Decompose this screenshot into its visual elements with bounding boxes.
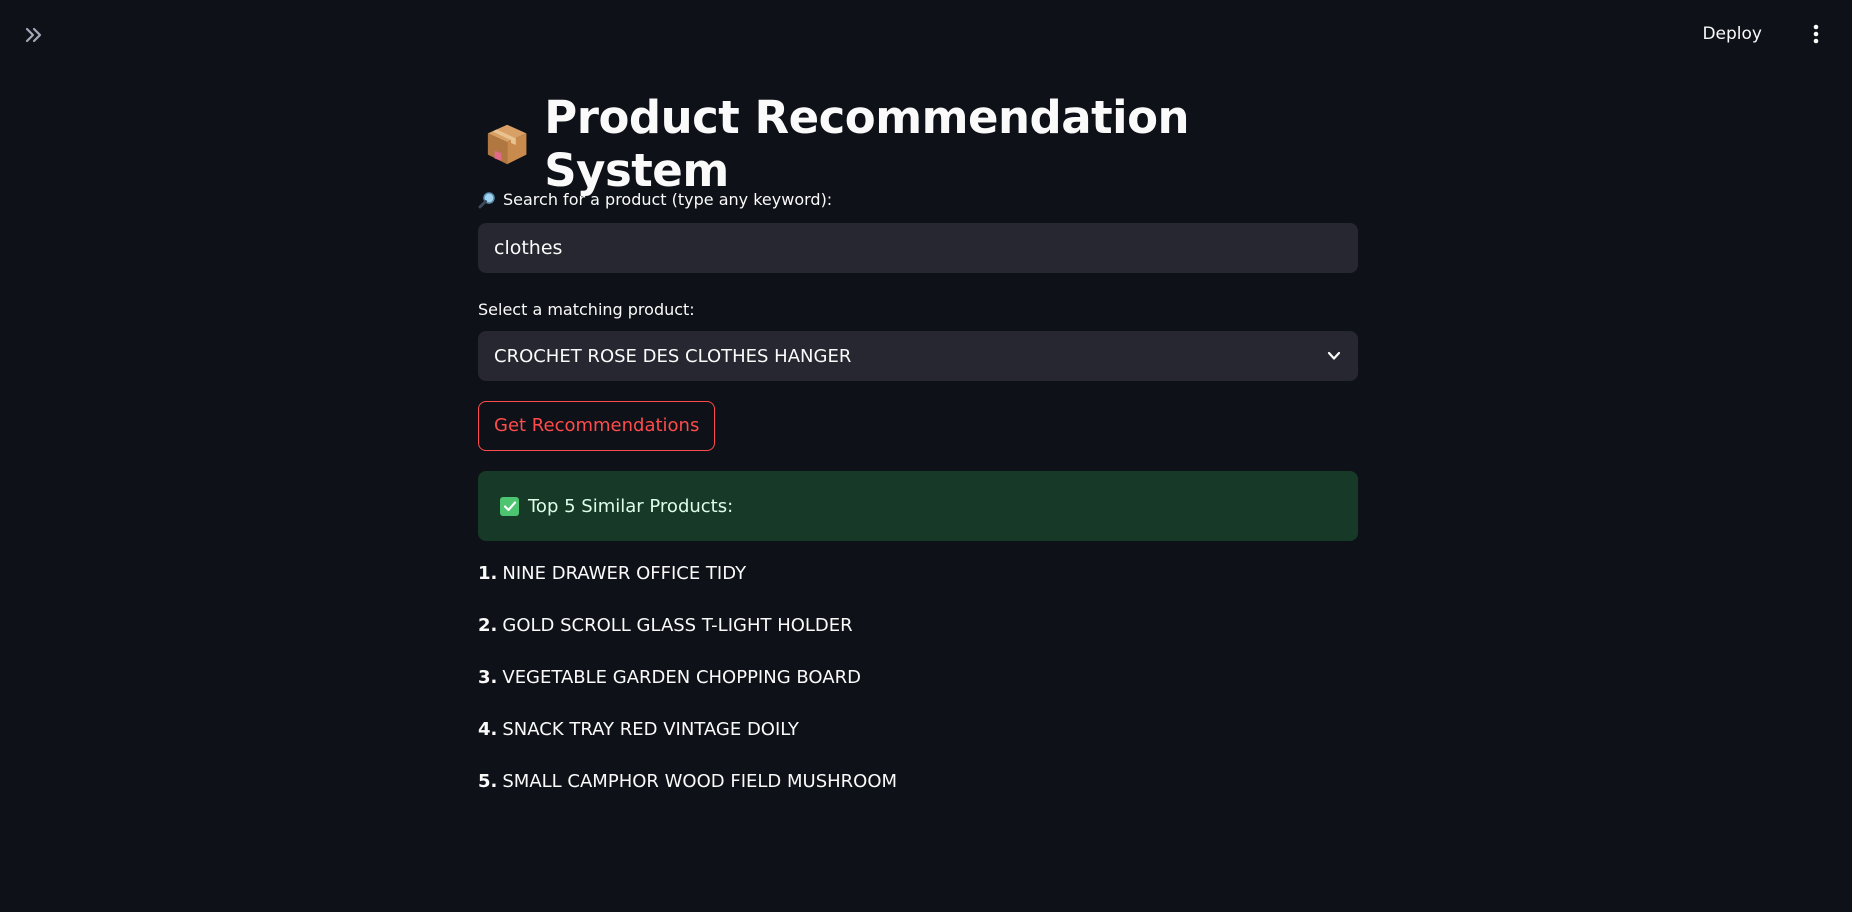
- deploy-button[interactable]: Deploy: [1702, 20, 1762, 48]
- list-item: 5. SMALL CAMPHOR WOOD FIELD MUSHROOM: [478, 771, 1358, 793]
- sidebar-toggle-button[interactable]: [18, 20, 48, 50]
- list-item-number: 2.: [478, 615, 498, 636]
- product-select[interactable]: CROCHET ROSE DES CLOTHES HANGER: [478, 331, 1358, 381]
- search-input[interactable]: clothes: [478, 223, 1358, 273]
- success-alert: Top 5 Similar Products:: [478, 471, 1358, 541]
- results-list: 1. NINE DRAWER OFFICE TIDY 2. GOLD SCROLL …: [478, 563, 1358, 793]
- page-title: Product Recommendation System: [484, 91, 1358, 197]
- search-label-text: Search for a product (type any keyword):: [503, 190, 833, 209]
- list-item-number: 1.: [478, 563, 498, 584]
- vertical-dots-icon: [1813, 24, 1819, 44]
- list-item-name: VEGETABLE GARDEN CHOPPING BOARD: [502, 667, 861, 688]
- list-item: 1. NINE DRAWER OFFICE TIDY: [478, 563, 1358, 585]
- list-item-number: 4.: [478, 719, 498, 740]
- list-item: 4. SNACK TRAY RED VINTAGE DOILY: [478, 719, 1358, 741]
- page-title-text: Product Recommendation System: [544, 91, 1190, 197]
- check-mark-icon: [500, 496, 519, 516]
- app-header: Deploy: [0, 0, 1852, 68]
- list-item-name: SNACK TRAY RED VINTAGE DOILY: [502, 719, 799, 740]
- success-message: Top 5 Similar Products:: [528, 495, 734, 517]
- list-item-name: NINE DRAWER OFFICE TIDY: [502, 563, 747, 584]
- list-item: 2. GOLD SCROLL GLASS T-LIGHT HOLDER: [478, 615, 1358, 637]
- main-menu-button[interactable]: [1806, 20, 1826, 48]
- list-item-number: 3.: [478, 667, 498, 688]
- package-icon: [487, 124, 527, 165]
- chevron-down-icon: [1327, 351, 1341, 360]
- get-recommendations-button[interactable]: Get Recommendations: [478, 401, 716, 451]
- list-item-name: SMALL CAMPHOR WOOD FIELD MUSHROOM: [502, 771, 898, 792]
- magnifying-glass-icon: [478, 192, 495, 209]
- list-item: 3. VEGETABLE GARDEN CHOPPING BOARD: [478, 667, 1358, 689]
- list-item-name: GOLD SCROLL GLASS T-LIGHT HOLDER: [502, 615, 853, 636]
- double-chevron-right-icon: [25, 27, 42, 43]
- product-select-value: CROCHET ROSE DES CLOTHES HANGER: [494, 345, 852, 367]
- list-item-number: 5.: [478, 771, 498, 792]
- select-label: Select a matching product:: [478, 300, 695, 319]
- main-content: Product Recommendation System Search for…: [478, 91, 1358, 823]
